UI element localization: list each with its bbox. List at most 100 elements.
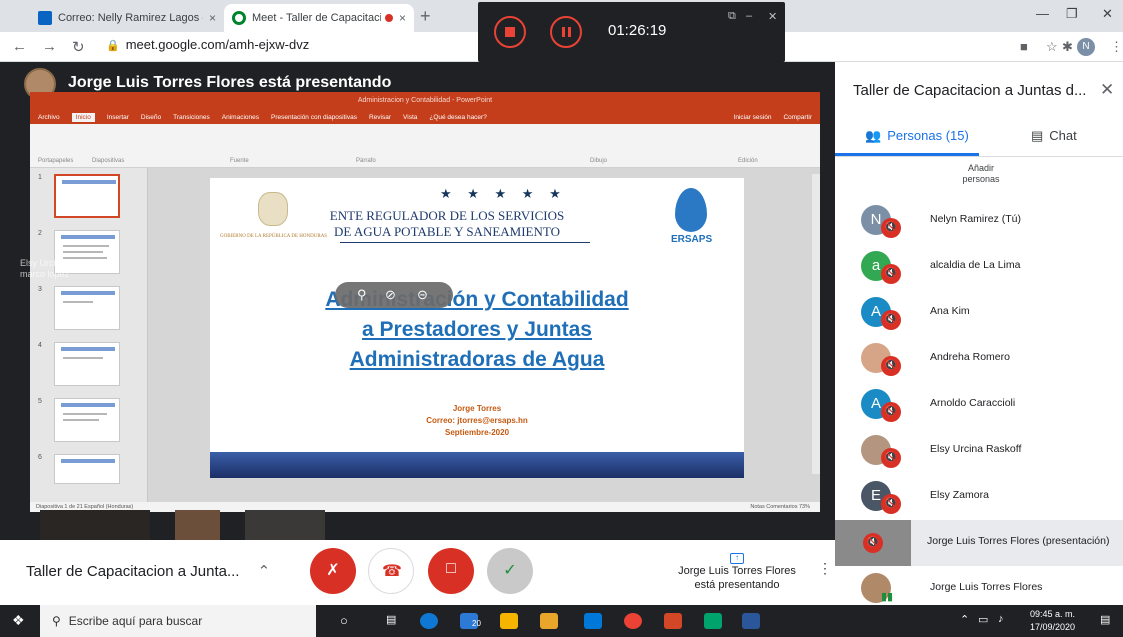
extensions-icon[interactable]: ✱	[1062, 39, 1073, 55]
profile-avatar[interactable]: N	[1077, 38, 1095, 56]
stars: ★ ★ ★ ★ ★	[440, 186, 567, 201]
back-icon[interactable]: ←	[12, 38, 27, 55]
participant-row[interactable]: 🔇 Jorge Luis Torres Flores (presentación…	[835, 520, 1123, 566]
close-window-icon[interactable]: ✕	[1102, 6, 1113, 22]
minimize-icon[interactable]: —	[1036, 6, 1049, 21]
muted-icon: 🔇	[863, 533, 883, 553]
leave-call-button[interactable]: ☎	[368, 548, 414, 594]
slide-scrollbar[interactable]	[812, 174, 820, 474]
thumb-number: 5	[38, 398, 42, 405]
ppt-signin[interactable]: Iniciar sesión	[734, 114, 772, 121]
mute-off-icon[interactable]: ⊘	[385, 287, 396, 303]
slide-thumbnail[interactable]	[54, 174, 120, 218]
camera-indicator-icon[interactable]: ■	[1020, 39, 1028, 54]
pin-icon[interactable]: ⚲	[357, 287, 367, 303]
add-people-button[interactable]: Añadir personas	[953, 163, 1009, 185]
participant-row[interactable]: A 🔇 Ana Kim	[835, 290, 1123, 336]
ribbon-tab[interactable]: Transiciones	[173, 114, 210, 121]
store-icon[interactable]	[500, 613, 518, 629]
minimize-recorder-icon[interactable]: –	[746, 10, 752, 22]
slide-thumbnail[interactable]	[54, 398, 120, 442]
group-label: Fuente	[230, 158, 249, 164]
presenting-line-1: Jorge Luis Torres Flores	[678, 565, 796, 577]
muted-icon: 🔇	[881, 310, 901, 330]
media-app-icon[interactable]	[704, 613, 722, 629]
ribbon-tab[interactable]: ¿Qué desea hacer?	[429, 114, 486, 121]
forward-icon[interactable]: →	[42, 38, 57, 55]
chrome-icon[interactable]	[624, 613, 642, 629]
taskbar-clock[interactable]: 09:45 a. m. 17/09/2020	[1030, 608, 1075, 634]
restore-icon[interactable]: ❐	[1066, 6, 1078, 22]
ribbon-tab[interactable]: Insertar	[107, 114, 129, 121]
presenting-button[interactable]: ↑ Jorge Luis Torres Flores está presenta…	[664, 550, 810, 592]
file-explorer-icon[interactable]	[540, 613, 558, 629]
thumb-number: 3	[38, 286, 42, 293]
taskbar-search[interactable]: ⚲ Escribe aquí para buscar	[40, 605, 316, 637]
slide-thumbnail[interactable]	[54, 454, 120, 484]
screen: Correo: Nelly Ramirez Lagos - O × Meet -…	[0, 0, 1123, 637]
muted-icon: 🔇	[881, 264, 901, 284]
tab-meet[interactable]: Meet - Taller de Capacitacion ×	[224, 4, 414, 32]
tab-chat[interactable]: ▤ Chat	[1031, 128, 1077, 144]
participant-row[interactable]: 🔇 Andreha Romero	[835, 336, 1123, 382]
participant-row[interactable]: ▮▮ Jorge Luis Torres Flores	[835, 566, 1123, 605]
extension-check-button[interactable]: ✓	[487, 548, 533, 594]
participant-row[interactable]: A 🔇 Arnoldo Caraccioli	[835, 382, 1123, 428]
more-options-icon[interactable]: ⋮	[818, 560, 832, 577]
url-field[interactable]: 🔒 meet.google.com/amh-ejxw-dvz	[106, 37, 309, 52]
ribbon-tab[interactable]: Vista	[403, 114, 417, 121]
pause-recording-button[interactable]	[550, 16, 582, 48]
reload-icon[interactable]: ↻	[72, 38, 85, 56]
camera-toggle-button[interactable]: □	[428, 548, 474, 594]
ribbon-tab[interactable]: Presentación con diapositivas	[271, 114, 357, 121]
clock-time: 09:45 a. m.	[1030, 609, 1076, 619]
close-tab-icon[interactable]: ×	[399, 11, 406, 25]
meeting-details-button[interactable]: Taller de Capacitacion a Junta... ⌃	[26, 562, 270, 580]
network-icon[interactable]: ▭	[978, 613, 988, 626]
tab-chat-label: Chat	[1049, 128, 1077, 143]
bookmark-star-icon[interactable]: ☆	[1046, 39, 1058, 55]
close-recorder-icon[interactable]: ✕	[768, 10, 777, 23]
word-icon[interactable]	[742, 613, 760, 629]
notifications-icon[interactable]: ▤	[1100, 613, 1110, 626]
edge-icon[interactable]	[420, 613, 438, 629]
ribbon-tab-active[interactable]: Inicio	[71, 112, 95, 122]
microphone-toggle-button[interactable]: ✗	[310, 548, 356, 594]
ppt-share[interactable]: Compartir	[783, 114, 820, 121]
stop-recording-button[interactable]	[494, 16, 526, 48]
participant-row[interactable]: a 🔇 alcaldia de La Lima	[835, 244, 1123, 290]
clock-date: 17/09/2020	[1030, 622, 1076, 632]
close-tab-icon[interactable]: ×	[209, 11, 216, 25]
slide-author: Jorge Torres	[452, 404, 502, 413]
tray-chevron-icon[interactable]: ⌃	[960, 613, 969, 626]
camera-tile	[245, 510, 325, 540]
slide-thumbnail[interactable]	[54, 286, 120, 330]
participant-row[interactable]: 🔇 Elsy Urcina Raskoff	[835, 428, 1123, 474]
menu-icon[interactable]: ⋮	[1110, 39, 1123, 55]
participant-row[interactable]: N 🔇 Nelyn Ramirez (Tú)	[835, 198, 1123, 244]
chat-icon: ▤	[1031, 128, 1044, 143]
participant-row[interactable]: E 🔇 Elsy Zamora	[835, 474, 1123, 520]
meet-icon	[232, 11, 246, 25]
remove-icon[interactable]: ⊝	[417, 287, 428, 303]
powerpoint-icon[interactable]	[664, 613, 682, 629]
ribbon-tab[interactable]: Revisar	[369, 114, 391, 121]
task-view-icon[interactable]: ▤	[386, 613, 396, 626]
mail-icon[interactable]	[584, 613, 602, 629]
ribbon-tab[interactable]: Archivo	[38, 114, 60, 121]
windows-start-icon[interactable]: ❖	[12, 612, 25, 629]
expand-icon[interactable]: ⧉	[728, 10, 736, 23]
slide-thumbnail[interactable]	[54, 342, 120, 386]
new-tab-button[interactable]: +	[420, 6, 431, 27]
volume-icon[interactable]: ♪	[998, 613, 1004, 625]
participant-name: Elsy Urcina Raskoff	[930, 443, 1022, 455]
windows-taskbar: ❖ ⚲ Escribe aquí para buscar ○ ▤ 20 ⌃ ▭ ♪…	[0, 605, 1123, 637]
tab-people[interactable]: 👥 Personas (15)	[865, 128, 969, 144]
ribbon-tab[interactable]: Diseño	[141, 114, 161, 121]
ribbon-tab[interactable]: Animaciones	[222, 114, 259, 121]
close-panel-icon[interactable]: ✕	[1100, 80, 1114, 100]
slide: GOBIERNO DE LA REPÚBLICA DE HONDURAS ★ ★…	[210, 178, 744, 478]
tab-correo[interactable]: Correo: Nelly Ramirez Lagos - O ×	[30, 4, 224, 32]
tab-title: Correo: Nelly Ramirez Lagos - O	[58, 12, 203, 24]
cortana-icon[interactable]: ○	[340, 613, 348, 628]
